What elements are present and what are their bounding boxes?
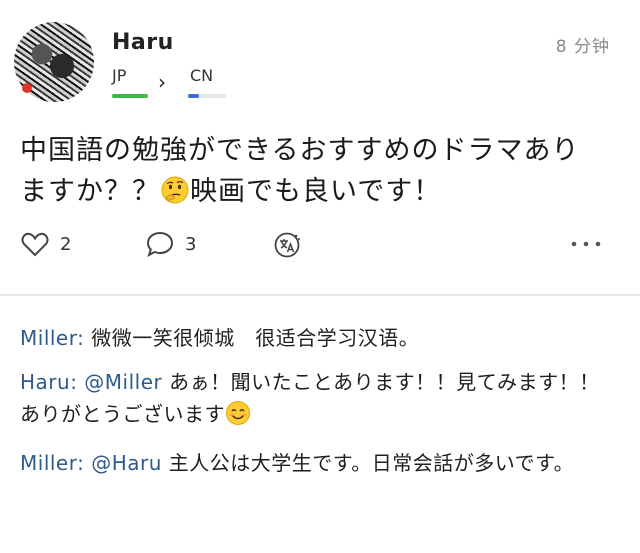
like-button[interactable]: 2 xyxy=(20,230,71,258)
thinking-face-emoji-icon xyxy=(160,175,190,217)
divider xyxy=(0,294,640,296)
translate-button[interactable] xyxy=(272,230,302,260)
comment-button[interactable]: 3 xyxy=(145,230,196,258)
comment-author[interactable]: Haru: xyxy=(20,370,77,394)
comment-item: Miller: 微微一笑很倾城 很适合学习汉语。 xyxy=(20,322,620,354)
comment-item: Miller: @Haru 主人公は大学生です。日常会話が多いです。 xyxy=(20,447,620,479)
chevron-right-icon: › xyxy=(158,70,166,94)
comment-text: 主人公は大学生です。日常会話が多いです。 xyxy=(168,451,575,475)
comment-text: 微微一笑很倾城 很适合学习汉语。 xyxy=(91,326,420,350)
more-options-button[interactable] xyxy=(570,240,602,248)
comment-mention[interactable]: @Miller xyxy=(84,370,162,394)
translate-icon xyxy=(272,230,302,260)
post-author[interactable]: Haru xyxy=(112,30,174,55)
comment-item: Haru: @Miller あぁ！聞いたことあります！！見てみます！！ありがとう… xyxy=(20,366,620,435)
native-language-bar xyxy=(112,94,148,98)
learning-language-progress-fill xyxy=(188,94,200,98)
post-timestamp: 8 分钟 xyxy=(555,37,610,57)
smiling-face-emoji-icon xyxy=(225,400,251,435)
learning-language: CN xyxy=(190,66,214,85)
post-text-line-1: 中国語の勉強ができるおすすめのドラマあり xyxy=(20,135,580,166)
comments-list: Miller: 微微一笑很倾城 很适合学习汉语。 Haru: @Miller あ… xyxy=(20,322,620,491)
post-actions: 2 3 xyxy=(0,228,640,264)
post-card: Haru 8 分钟 JP › CN 中国語の勉強ができるおすすめのドラマあり ま… xyxy=(0,0,640,296)
post-body: 中国語の勉強ができるおすすめのドラマあり ますか？？ 映画でも良いです！ xyxy=(20,130,620,217)
native-language: JP xyxy=(112,66,127,85)
comment-mention[interactable]: @Haru xyxy=(91,451,162,475)
learning-language-progress-bar xyxy=(188,94,226,98)
more-horizontal-icon xyxy=(570,240,602,248)
like-count: 2 xyxy=(60,233,72,255)
online-status-dot xyxy=(22,83,32,93)
comment-count: 3 xyxy=(185,233,197,255)
post-text-part: 映画でも良いです！ xyxy=(190,176,442,207)
comment-author[interactable]: Miller: xyxy=(20,326,84,350)
comment-bubble-icon xyxy=(145,230,175,258)
heart-icon xyxy=(20,230,50,258)
post-text-line-2: ますか？？ 映画でも良いです！ xyxy=(20,171,620,217)
post-text-part: ますか？？ xyxy=(20,176,160,207)
comment-author[interactable]: Miller: xyxy=(20,451,84,475)
